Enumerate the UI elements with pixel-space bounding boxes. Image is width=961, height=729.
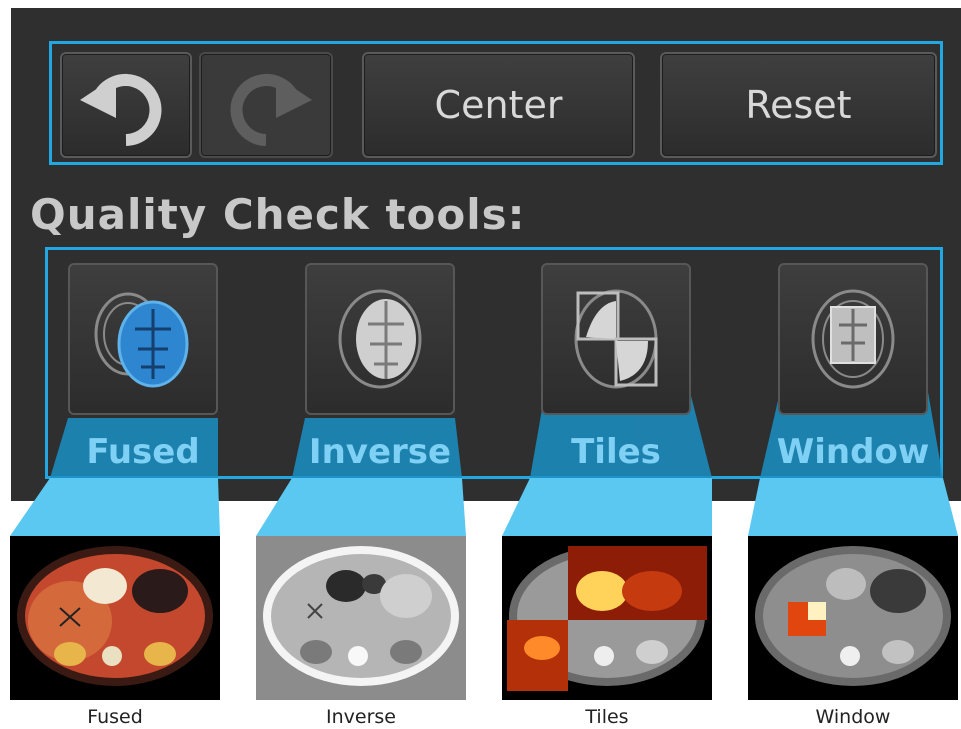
tiles-preview-image (502, 536, 712, 700)
tiles-tool-label: Tiles (571, 432, 661, 472)
window-tool-button[interactable] (778, 263, 928, 415)
brain-inverse-icon (338, 289, 422, 389)
reset-button[interactable]: Reset (660, 52, 937, 158)
window-caption: Window (815, 706, 891, 728)
inverse-tool-label: Inverse (308, 432, 452, 472)
undo-icon (80, 74, 162, 146)
window-preview-image (748, 536, 958, 700)
brain-tiles-icon (574, 289, 658, 389)
center-button[interactable]: Center (362, 52, 635, 158)
tiles-caption: Tiles (585, 706, 629, 728)
fused-tool-button[interactable] (68, 263, 218, 415)
fused-preview-image (10, 536, 220, 700)
redo-button[interactable] (199, 52, 333, 158)
inverse-tool-button[interactable] (305, 263, 455, 415)
fused-tool-label: Fused (86, 432, 200, 472)
window-tool-label: Window (776, 432, 930, 472)
brain-window-icon (811, 289, 895, 389)
fused-caption: Fused (87, 706, 143, 728)
tiles-tool-button[interactable] (541, 263, 691, 415)
inverse-preview-image (256, 536, 466, 700)
quality-check-title: Quality Check tools: (30, 190, 526, 239)
redo-icon (230, 74, 312, 146)
inverse-caption: Inverse (326, 706, 396, 728)
brain-fused-icon (94, 292, 189, 388)
undo-button[interactable] (60, 52, 192, 158)
